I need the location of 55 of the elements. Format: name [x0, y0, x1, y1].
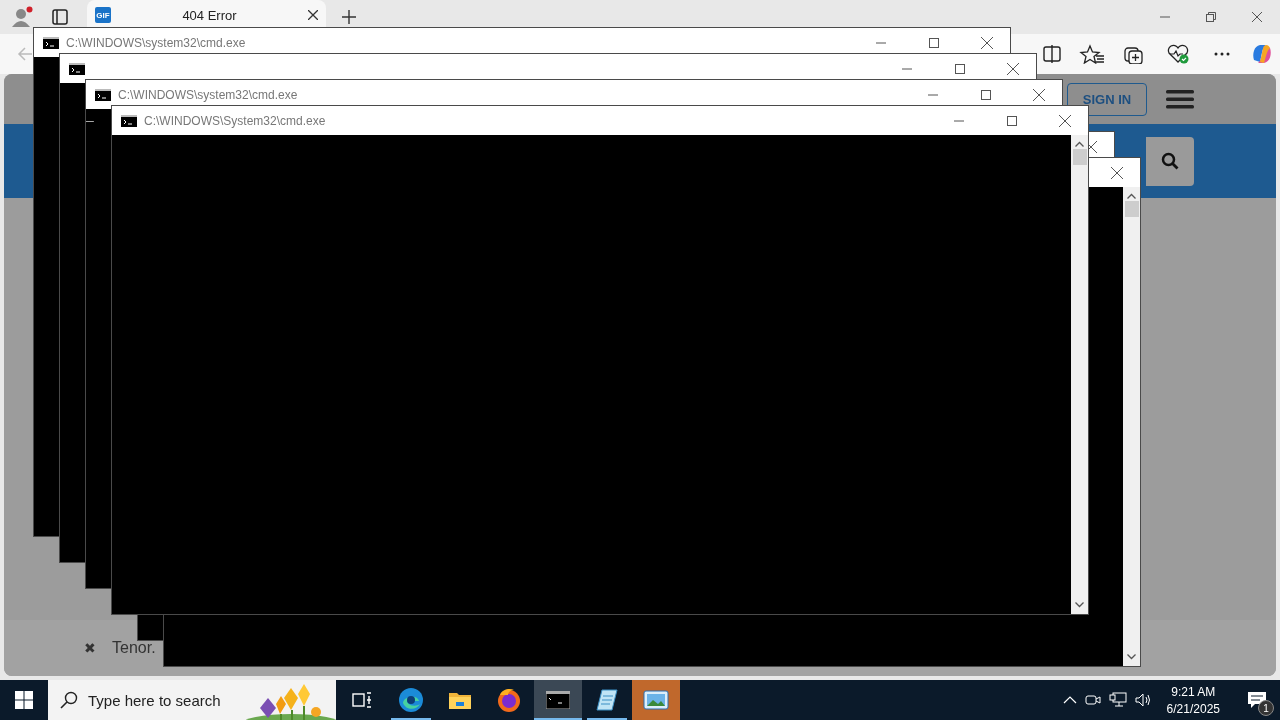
- browser-tab[interactable]: GIF 404 Error: [87, 0, 326, 27]
- task-view-icon[interactable]: [352, 691, 372, 709]
- dismiss-button[interactable]: ✖: [84, 640, 96, 656]
- search-icon: [60, 691, 78, 709]
- close-icon[interactable]: [1033, 88, 1045, 101]
- split-screen-icon[interactable]: [1042, 44, 1062, 64]
- copilot-logo-icon[interactable]: [1250, 42, 1274, 66]
- terminal-icon: [69, 62, 85, 75]
- menu-icon[interactable]: [1166, 88, 1194, 110]
- scrollbar[interactable]: [1071, 135, 1088, 614]
- terminal-icon[interactable]: [546, 691, 570, 709]
- notepad-icon[interactable]: [595, 688, 619, 712]
- close-icon[interactable]: [1059, 114, 1071, 127]
- volume-icon[interactable]: [1134, 692, 1153, 708]
- scrollbar-thumb[interactable]: [1124, 201, 1139, 217]
- tab-favicon: GIF: [95, 7, 111, 23]
- firefox-icon[interactable]: [496, 687, 522, 713]
- search-field[interactable]: Type here to search: [48, 680, 336, 720]
- maximize-icon[interactable]: [1007, 115, 1017, 126]
- search-icon: [1161, 152, 1179, 170]
- search-placeholder: Type here to search: [88, 691, 222, 709]
- edge-browser-icon[interactable]: [398, 687, 424, 713]
- maximize-icon[interactable]: [955, 63, 965, 74]
- profile-avatar: [10, 5, 34, 29]
- terminal-icon: [121, 114, 137, 127]
- image-viewer-icon[interactable]: [643, 689, 669, 711]
- tab-actions-icon[interactable]: [52, 9, 68, 25]
- windows-logo-icon[interactable]: [15, 691, 33, 709]
- terminal-icon: [95, 88, 111, 101]
- maximize-icon[interactable]: [929, 37, 939, 48]
- folder-icon[interactable]: [448, 690, 472, 710]
- window-title: C:\WINDOWS\System32\cmd.exe: [144, 113, 327, 128]
- clock-time[interactable]: 9:21 AM: [1171, 684, 1216, 699]
- window-title: C:\WINDOWS\system32\cmd.exe: [118, 87, 299, 102]
- close-icon[interactable]: [1111, 166, 1123, 179]
- scrollbar[interactable]: [1123, 187, 1140, 666]
- network-icon[interactable]: [1108, 692, 1127, 708]
- scrollbar-thumb[interactable]: [1072, 149, 1087, 165]
- new-tab-icon[interactable]: [342, 10, 356, 24]
- footer-text: Tenor.: [112, 639, 156, 657]
- meet-now-icon[interactable]: [1084, 692, 1101, 708]
- restore-icon[interactable]: [1206, 12, 1216, 22]
- taskbar-button[interactable]: [534, 680, 582, 720]
- window-title: C:\WINDOWS\system32\cmd.exe: [66, 35, 247, 50]
- notification-count: 1: [1258, 700, 1274, 716]
- search-button[interactable]: [1146, 136, 1194, 186]
- chevron-up-icon[interactable]: [1062, 695, 1077, 705]
- terminal-icon: [43, 36, 59, 49]
- close-icon[interactable]: [308, 10, 318, 20]
- maximize-icon[interactable]: [981, 89, 991, 100]
- clock-date[interactable]: 6/21/2025: [1166, 701, 1220, 716]
- console-text: _: [86, 109, 94, 124]
- close-icon[interactable]: [981, 36, 993, 49]
- close-icon[interactable]: [1252, 12, 1262, 22]
- close-icon[interactable]: [1007, 62, 1019, 75]
